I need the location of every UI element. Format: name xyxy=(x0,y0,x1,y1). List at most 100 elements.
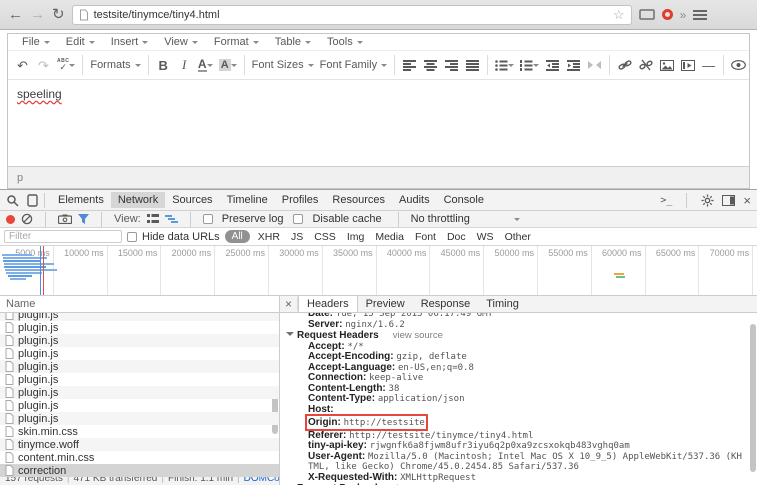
indent-button[interactable] xyxy=(563,53,584,77)
filter-type-css[interactable]: CSS xyxy=(311,231,339,243)
formats-dropdown[interactable]: Formats xyxy=(87,53,143,77)
filter-type-ws[interactable]: WS xyxy=(474,231,497,243)
align-right-button[interactable] xyxy=(441,53,462,77)
menu-tools[interactable]: Tools xyxy=(319,36,371,48)
disable-cache-checkbox[interactable] xyxy=(293,214,303,224)
extension-record-icon[interactable] xyxy=(662,9,673,20)
tab-network[interactable]: Network xyxy=(111,192,165,208)
tab-elements[interactable]: Elements xyxy=(51,192,111,208)
close-details-icon[interactable]: × xyxy=(280,297,298,311)
bold-button[interactable]: B xyxy=(153,53,174,77)
background-color-button[interactable]: A xyxy=(216,53,240,77)
undo-button[interactable]: ↶ xyxy=(12,53,33,77)
request-row[interactable]: skin.min.css xyxy=(0,425,279,438)
request-row[interactable]: plugin.js xyxy=(0,334,279,347)
filter-type-js[interactable]: JS xyxy=(288,231,306,243)
horizontal-rule-button[interactable]: — xyxy=(698,53,719,77)
inspect-element-icon[interactable] xyxy=(6,194,19,207)
numbered-list-button[interactable] xyxy=(517,53,542,77)
scrollbar-thumb[interactable] xyxy=(750,324,756,472)
menu-edit[interactable]: Edit xyxy=(58,36,103,48)
link-button[interactable] xyxy=(614,53,635,77)
request-row[interactable]: plugin.js xyxy=(0,412,279,425)
tab-preview[interactable]: Preview xyxy=(358,296,413,312)
misspelled-word[interactable]: speeling xyxy=(17,87,62,101)
filter-type-other[interactable]: Other xyxy=(502,231,534,243)
hide-data-urls-label[interactable]: Hide data URLs xyxy=(142,231,220,243)
align-center-button[interactable] xyxy=(420,53,441,77)
filter-type-media[interactable]: Media xyxy=(372,231,407,243)
align-left-button[interactable] xyxy=(399,53,420,77)
screenshot-camera-icon[interactable] xyxy=(58,214,72,224)
overflow-chevron-icon[interactable]: » xyxy=(680,9,687,21)
justify-button[interactable] xyxy=(462,53,483,77)
media-button[interactable] xyxy=(677,53,698,77)
forward-icon[interactable]: → xyxy=(30,7,45,22)
menu-view[interactable]: View xyxy=(156,36,206,48)
editor-content-area[interactable]: speeling xyxy=(8,80,749,166)
menu-table[interactable]: Table xyxy=(267,36,319,48)
tab-console[interactable]: Console xyxy=(437,192,491,208)
italic-button[interactable]: I xyxy=(174,53,195,77)
tab-audits[interactable]: Audits xyxy=(392,192,437,208)
disable-cache-label[interactable]: Disable cache xyxy=(312,213,381,225)
dock-side-icon[interactable] xyxy=(722,195,735,206)
console-drawer-icon[interactable]: >_ xyxy=(660,195,672,206)
filter-type-font[interactable]: Font xyxy=(412,231,439,243)
font-sizes-dropdown[interactable]: Font Sizes xyxy=(249,53,317,77)
request-row[interactable]: plugin.js xyxy=(0,360,279,373)
menu-file[interactable]: File xyxy=(14,36,58,48)
network-overview-timeline[interactable]: 5000 ms 10000 ms 15000 ms 20000 ms 25000… xyxy=(0,246,757,296)
filter-type-xhr[interactable]: XHR xyxy=(255,231,283,243)
filter-type-doc[interactable]: Doc xyxy=(444,231,469,243)
request-row[interactable]: plugin.js xyxy=(0,399,279,412)
browser-menu-icon[interactable] xyxy=(693,10,707,20)
request-payload-section[interactable]: Request Payloadview source xyxy=(286,483,757,485)
hide-data-urls-checkbox[interactable] xyxy=(127,232,137,242)
tab-response[interactable]: Response xyxy=(413,296,479,312)
tab-sources[interactable]: Sources xyxy=(165,192,219,208)
redo-button[interactable]: ↷ xyxy=(33,53,54,77)
outdent-button[interactable] xyxy=(542,53,563,77)
bookmark-star-icon[interactable]: ☆ xyxy=(613,7,625,23)
throttling-select[interactable]: No throttling xyxy=(411,213,520,225)
tab-timeline[interactable]: Timeline xyxy=(220,192,275,208)
request-row[interactable]: content.min.css xyxy=(0,451,279,464)
tab-resources[interactable]: Resources xyxy=(325,192,392,208)
waterfall-view-icon[interactable] xyxy=(165,214,178,224)
back-icon[interactable]: ← xyxy=(8,7,23,22)
request-row[interactable]: plugin.js xyxy=(0,347,279,360)
filter-type-all[interactable]: All xyxy=(225,230,250,243)
request-headers-section[interactable]: Request Headersview source xyxy=(286,330,757,342)
element-path[interactable]: p xyxy=(17,172,23,184)
address-bar[interactable]: testsite/tinymce/tiny4.html ☆ xyxy=(72,5,632,25)
view-source-link[interactable]: view source xyxy=(392,483,442,485)
record-button[interactable] xyxy=(6,215,15,224)
tab-timing[interactable]: Timing xyxy=(478,296,527,312)
request-row[interactable]: plugin.js xyxy=(0,321,279,334)
request-row[interactable]: plugin.js xyxy=(0,373,279,386)
view-source-link[interactable]: view source xyxy=(393,330,443,341)
font-family-dropdown[interactable]: Font Family xyxy=(317,53,390,77)
preserve-log-label[interactable]: Preserve log xyxy=(222,213,284,225)
request-row[interactable]: plugin.js xyxy=(0,386,279,399)
preview-button[interactable] xyxy=(728,53,749,77)
pagebreak-button[interactable] xyxy=(584,53,605,77)
preserve-log-checkbox[interactable] xyxy=(203,214,213,224)
request-row[interactable]: tinymce.woff xyxy=(0,438,279,451)
reload-icon[interactable]: ↻ xyxy=(52,7,65,22)
menu-insert[interactable]: Insert xyxy=(103,36,157,48)
image-button[interactable] xyxy=(656,53,677,77)
spellcheck-button[interactable]: ABC✓ xyxy=(54,53,78,77)
text-color-button[interactable]: A xyxy=(195,53,216,77)
gear-icon[interactable] xyxy=(701,194,714,207)
column-header-name[interactable]: Name xyxy=(0,296,279,313)
url-text[interactable]: testsite/tinymce/tiny4.html xyxy=(94,9,608,21)
close-icon[interactable]: × xyxy=(743,193,751,208)
clear-icon[interactable] xyxy=(21,213,33,225)
filter-type-img[interactable]: Img xyxy=(344,231,368,243)
tab-headers[interactable]: Headers xyxy=(298,296,358,312)
cast-icon[interactable] xyxy=(639,9,655,21)
device-mode-icon[interactable] xyxy=(27,194,38,207)
request-row-selected[interactable]: correction xyxy=(0,464,279,477)
